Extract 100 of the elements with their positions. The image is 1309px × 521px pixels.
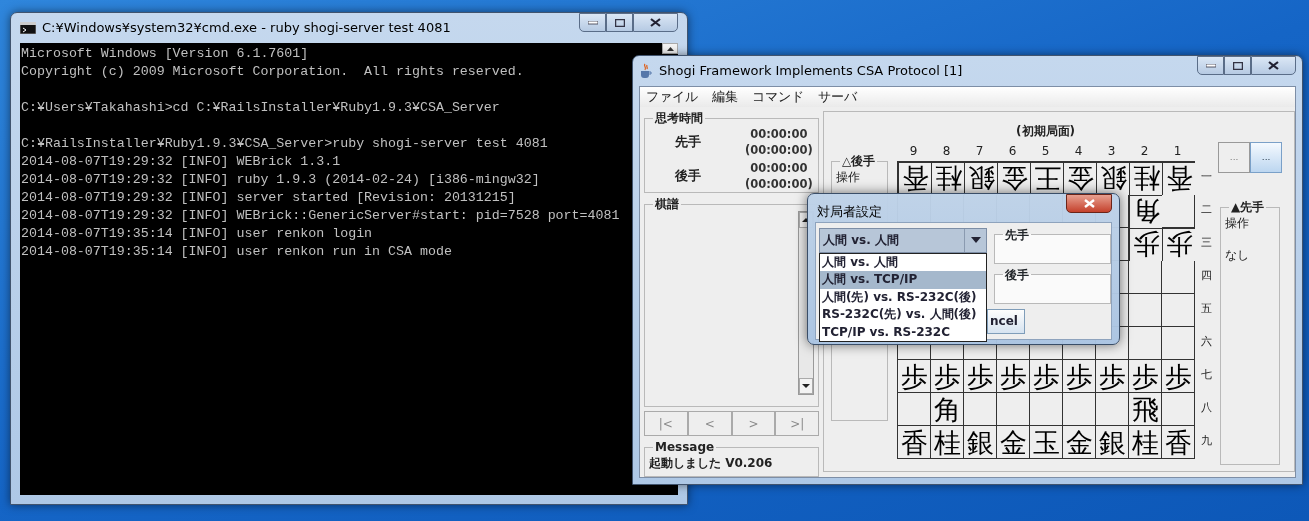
shogi-piece[interactable]: 飛 bbox=[1129, 393, 1163, 426]
shogi-piece[interactable]: 香 bbox=[898, 426, 932, 459]
console-line: 2014-08-07T19:29:32 [INFO] server started [Revision: 20131215] bbox=[21, 189, 516, 207]
dropdown-option[interactable]: 人間 vs. TCP/IP bbox=[820, 271, 986, 289]
panel-title: 思考時間 bbox=[654, 111, 704, 125]
shogi-piece[interactable]: 香 bbox=[1162, 426, 1196, 459]
console-line: 2014-08-07T19:29:32 [INFO] ruby 1.9.3 (2014-02-24) [i386-mingw32] bbox=[21, 171, 540, 189]
row-label: 五 bbox=[1200, 301, 1213, 318]
console-line: 2014-08-07T19:35:14 [INFO] user renkon login bbox=[21, 225, 373, 243]
console-line: Copyright (c) 2009 Microsoft Corporation. All rights reserved. bbox=[21, 63, 524, 81]
row-label: 一 bbox=[1200, 169, 1213, 186]
column-label: 4 bbox=[1073, 143, 1084, 160]
panel-value: なし bbox=[1225, 247, 1251, 264]
shogi-piece[interactable]: 桂 bbox=[1129, 162, 1163, 195]
shogi-piece[interactable]: 銀 bbox=[1096, 426, 1130, 459]
side-button[interactable]: ... bbox=[1250, 142, 1283, 173]
maximize-icon bbox=[1232, 61, 1243, 70]
close-button[interactable] bbox=[1251, 56, 1296, 75]
shogi-piece[interactable]: 角 bbox=[931, 393, 965, 426]
shogi-piece[interactable]: 歩 bbox=[1129, 360, 1163, 393]
panel-title: △後手 bbox=[841, 154, 877, 168]
scroll-up-button[interactable] bbox=[662, 43, 678, 54]
close-button[interactable] bbox=[633, 13, 678, 32]
column-label: 7 bbox=[974, 143, 985, 160]
close-icon bbox=[1083, 199, 1095, 208]
console-line: C:¥Users¥Takahashi>cd C:¥RailsInstaller¥Ruby1.9.3¥CSA_Server bbox=[21, 99, 500, 117]
column-label: 2 bbox=[1139, 143, 1150, 160]
dropdown-field[interactable]: 人間 vs. 人間 bbox=[819, 227, 987, 253]
board-title: (初期局面) bbox=[1015, 123, 1077, 140]
column-label: 9 bbox=[908, 143, 919, 160]
close-button[interactable] bbox=[1066, 194, 1112, 213]
menu-item[interactable]: コマンド bbox=[752, 87, 804, 107]
shogi-piece[interactable]: 歩 bbox=[1162, 360, 1196, 393]
cup-icon bbox=[639, 63, 653, 79]
row-label: 八 bbox=[1200, 400, 1213, 417]
minimize-button[interactable] bbox=[579, 13, 606, 32]
up-arrow-icon bbox=[666, 46, 674, 51]
dropdown-option[interactable]: RS-232C(先) vs. 人間(後) bbox=[820, 306, 986, 324]
panel-label: 操作 bbox=[836, 169, 862, 186]
console-line: 2014-08-07T19:35:14 [INFO] user renkon run in CSA mode bbox=[21, 243, 452, 261]
minimize-button[interactable] bbox=[1197, 56, 1224, 75]
shogi-piece[interactable]: 歩 bbox=[898, 360, 932, 393]
dropdown-option[interactable]: 人間(先) vs. RS-232C(後) bbox=[820, 288, 986, 307]
shogi-piece[interactable]: 角 bbox=[1129, 195, 1163, 228]
time-total: (00:00:00) bbox=[745, 176, 813, 192]
panel-title: Message bbox=[654, 440, 716, 454]
maximize-icon bbox=[614, 18, 625, 27]
shogi-piece[interactable]: 歩 bbox=[997, 360, 1031, 393]
shogi-piece[interactable]: 香 bbox=[1162, 162, 1196, 195]
console-line: 2014-08-07T19:29:32 [INFO] WEBrick 1.3.1 bbox=[21, 153, 341, 171]
column-label: 3 bbox=[1106, 143, 1117, 160]
column-label: 8 bbox=[941, 143, 952, 160]
console-line: 2014-08-07T19:29:32 [INFO] WEBrick::GenericServer#start: pid=7528 port=4081 bbox=[21, 207, 620, 225]
panel-label: 操作 bbox=[1225, 215, 1251, 232]
terminal-icon bbox=[20, 22, 36, 34]
down-arrow-icon bbox=[802, 384, 811, 388]
console-line: Microsoft Windows [Version 6.1.7601] bbox=[21, 45, 309, 63]
menu-item[interactable]: サーバ bbox=[818, 87, 857, 107]
window-title: C:¥Windows¥system32¥cmd.exe - ruby shogi-server test 4081 bbox=[42, 19, 451, 38]
shogi-piece[interactable]: 桂 bbox=[931, 426, 965, 459]
time-value: 00:00:00 bbox=[750, 160, 808, 176]
shogi-piece[interactable]: 歩 bbox=[1162, 228, 1196, 261]
message-text: 起動しました V0.206 bbox=[649, 455, 774, 472]
time-total: (00:00:00) bbox=[745, 142, 813, 158]
shogi-piece[interactable]: 桂 bbox=[1129, 426, 1163, 459]
row-label: 四 bbox=[1200, 268, 1213, 285]
row-label: 二 bbox=[1200, 202, 1213, 219]
dropdown-option[interactable]: TCP/IP vs. RS-232C bbox=[820, 323, 986, 342]
maximize-button[interactable] bbox=[1224, 56, 1251, 75]
panel-title: ▲先手 bbox=[1230, 200, 1266, 214]
group-title: 後手 bbox=[1004, 267, 1030, 282]
side-button[interactable]: ... bbox=[1218, 142, 1251, 173]
shogi-piece[interactable]: 金 bbox=[997, 426, 1031, 459]
player-label: 先手 bbox=[674, 132, 702, 151]
shogi-piece[interactable]: 歩 bbox=[1063, 360, 1097, 393]
shogi-piece[interactable]: 歩 bbox=[1096, 360, 1130, 393]
shogi-piece[interactable]: 金 bbox=[1063, 426, 1097, 459]
shogi-piece[interactable]: 歩 bbox=[931, 360, 965, 393]
caret-icon bbox=[970, 237, 981, 244]
column-label: 5 bbox=[1040, 143, 1051, 160]
shogi-piece[interactable]: 銀 bbox=[964, 426, 998, 459]
column-label: 1 bbox=[1172, 143, 1183, 160]
cancel-button[interactable]: ncel bbox=[987, 308, 1025, 334]
row-label: 九 bbox=[1200, 433, 1213, 450]
shogi-piece[interactable]: 玉 bbox=[1030, 426, 1064, 459]
minimize-icon bbox=[587, 20, 598, 25]
row-label: 七 bbox=[1200, 367, 1213, 384]
maximize-button[interactable] bbox=[606, 13, 633, 32]
close-icon bbox=[650, 18, 661, 27]
menu-item[interactable]: ファイル bbox=[646, 87, 698, 107]
dropdown-option[interactable]: 人間 vs. 人間 bbox=[820, 253, 986, 272]
time-value: 00:00:00 bbox=[750, 126, 808, 142]
window-title: Shogi Framework Implements CSA Protocol [1] bbox=[659, 62, 963, 81]
menu-item[interactable]: 編集 bbox=[712, 87, 738, 107]
minimize-icon bbox=[1205, 63, 1216, 68]
shogi-piece[interactable]: 歩 bbox=[1129, 228, 1163, 261]
dialog-title: 対局者設定 bbox=[817, 203, 882, 221]
shogi-piece[interactable]: 歩 bbox=[1030, 360, 1064, 393]
group-title: 先手 bbox=[1004, 227, 1030, 242]
shogi-piece[interactable]: 歩 bbox=[964, 360, 998, 393]
